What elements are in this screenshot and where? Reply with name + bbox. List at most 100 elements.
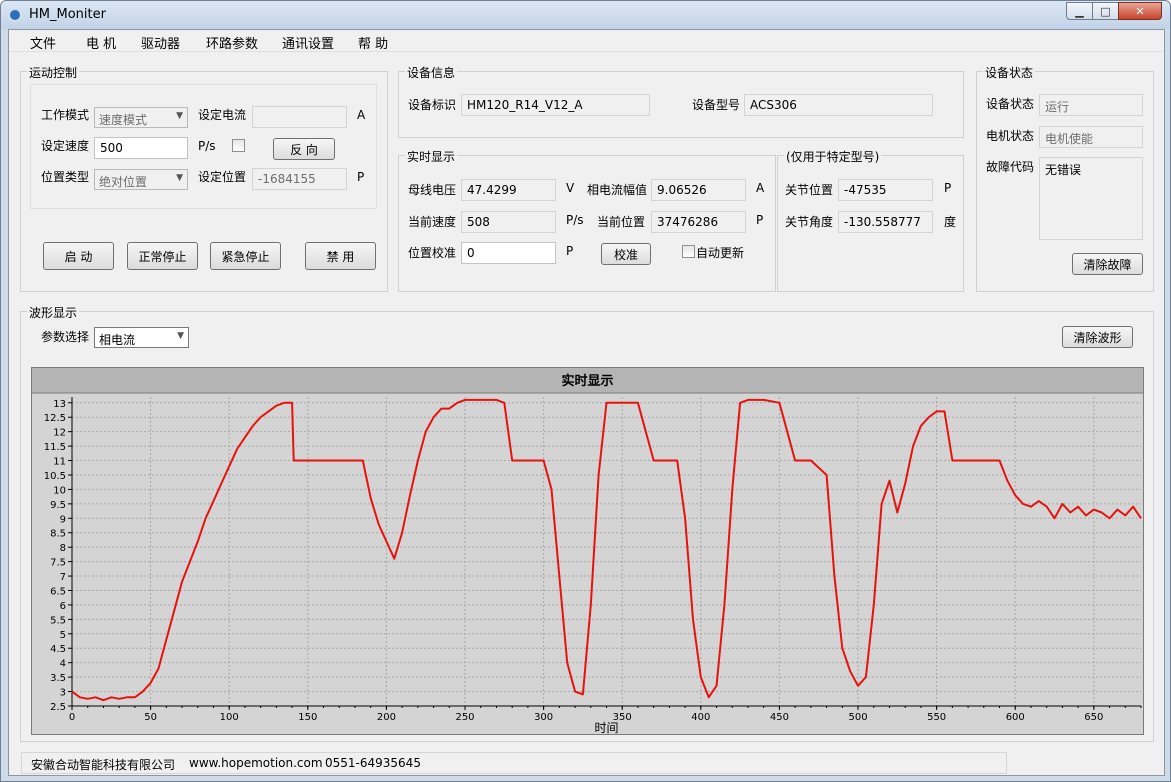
joint-angle-unit: 度 [944,215,957,229]
app-window: HM_Moniter ▁ □ ✕ 文件 电 机 驱动器 环路参数 通讯设置 帮 … [0,0,1171,782]
work-mode-select[interactable]: 速度模式 ▼ [94,107,188,128]
y-tick-label: 13 [53,399,66,410]
menu-comm-settings[interactable]: 通讯设置 [282,33,334,52]
y-tick-label: 2.5 [50,702,66,713]
bus-voltage-field[interactable]: 47.4299 [461,179,556,201]
y-tick-label: 6.5 [50,586,66,597]
calibrate-button[interactable]: 校准 [601,243,651,265]
menu-file[interactable]: 文件 [30,33,56,52]
set-current-field[interactable] [252,106,347,128]
position-calib-label: 位置校准 [408,246,457,260]
device-id-field[interactable]: HM120_R14_V12_A [461,94,650,116]
joint-position-field[interactable]: -47535 [838,179,933,201]
chevron-down-icon: ▼ [176,111,183,121]
chart-background [32,368,1143,734]
app-icon [8,8,22,22]
minimize-button[interactable]: ▁ [1066,2,1093,20]
y-tick-label: 3.5 [50,673,66,684]
position-type-value: 绝对位置 [99,175,148,189]
y-tick-label: 9 [60,514,66,525]
x-tick-label: 300 [534,712,553,723]
normal-stop-button[interactable]: 正常停止 [127,242,198,270]
joint-position-unit: P [944,181,952,195]
joint-position-label: 关节位置 [785,183,834,197]
reverse-checkbox[interactable] [232,139,245,152]
x-tick-label: 250 [455,712,474,723]
realtime-group: 实时显示 母线电压 47.4299 V 相电流幅值 9.06526 A 当前速度… [398,148,776,292]
set-current-unit: A [357,108,366,122]
position-calib-unit: P [566,244,574,258]
device-info-group: 设备信息 设备标识 HM120_R14_V12_A 设备型号 ACS306 [398,64,964,138]
phone: 0551-64935645 [325,756,421,770]
position-unit: P [756,213,764,227]
set-current-label: 设定电流 [198,108,247,122]
x-tick-label: 400 [691,712,710,723]
position-calib-input[interactable]: 0 [461,242,556,264]
title-bar[interactable]: HM_Moniter ▁ □ ✕ [1,1,1170,29]
y-tick-label: 9.5 [50,500,66,511]
x-axis-label: 时间 [594,721,618,734]
speed-field[interactable]: 508 [461,211,556,233]
set-position-field[interactable]: -1684155 [252,168,347,190]
x-tick-label: 450 [770,712,789,723]
phase-current-label: 相电流幅值 [587,183,648,197]
position-field[interactable]: 37476286 [651,211,746,233]
status-label: 设备状态 [986,97,1035,111]
website: www.hopemotion.com [189,756,323,770]
y-tick-label: 10 [53,485,66,496]
fault-code-field[interactable]: 无错误 [1039,157,1143,240]
realtime-chart[interactable]: 实时显示 2.5 3 3.5 4 4.5 5 5.5 6 6.5 7 7.5 8 8.5 9 9.5 10 10.… [31,367,1144,735]
close-icon: ✕ [1135,4,1145,18]
maximize-button[interactable]: □ [1092,2,1119,20]
status-bar: 安徽合动智能科技有限公司 www.hopemotion.com 0551-649… [21,752,1007,774]
close-button[interactable]: ✕ [1118,2,1162,20]
auto-update-label: 自动更新 [696,246,745,260]
reverse-button[interactable]: 反 向 [273,138,335,160]
phase-current-field[interactable]: 9.06526 [651,179,746,201]
status-field[interactable]: 运行 [1039,94,1143,116]
fault-code-label: 故障代码 [986,160,1035,174]
param-select-label: 参数选择 [41,330,90,344]
motor-status-field[interactable]: 电机使能 [1039,126,1143,148]
set-position-unit: P [357,170,365,184]
set-speed-input[interactable]: 500 [94,137,188,159]
x-tick-label: 200 [377,712,396,723]
set-position-label: 设定位置 [198,170,247,184]
bus-voltage-label: 母线电压 [408,183,457,197]
y-tick-label: 8 [60,543,66,554]
clear-fault-button[interactable]: 清除故障 [1072,253,1143,275]
waveform-title: 波形显示 [27,304,80,321]
chart-title: 实时显示 [561,373,613,389]
x-tick-label: 600 [1006,712,1025,723]
menu-help[interactable]: 帮 助 [358,33,388,52]
x-tick-label: 50 [144,712,157,723]
special-model-title: (仅用于特定型号) [784,148,882,165]
position-type-select[interactable]: 绝对位置 ▼ [94,169,188,190]
window-title: HM_Moniter [29,7,106,22]
disable-button[interactable]: 禁 用 [305,242,376,270]
special-model-group: (仅用于特定型号) 关节位置 -47535 P 关节角度 -130.558777… [777,148,964,292]
emergency-stop-button[interactable]: 紧急停止 [210,242,281,270]
y-tick-label: 4 [60,659,66,670]
work-mode-label: 工作模式 [41,108,90,122]
clear-waveform-button[interactable]: 清除波形 [1062,326,1133,348]
x-tick-label: 100 [220,712,239,723]
menu-motor[interactable]: 电 机 [86,33,116,52]
position-label: 当前位置 [597,215,646,229]
menu-loop-params[interactable]: 环路参数 [206,33,258,52]
menu-driver[interactable]: 驱动器 [141,33,180,52]
joint-angle-label: 关节角度 [785,215,834,229]
param-select[interactable]: 相电流 ▼ [94,327,189,348]
joint-angle-field[interactable]: -130.558777 [838,211,933,233]
device-model-field[interactable]: ACS306 [744,94,933,116]
y-tick-label: 3 [60,688,66,699]
auto-update-checkbox[interactable] [682,245,695,258]
start-button[interactable]: 启 动 [43,242,114,270]
y-tick-label: 7.5 [50,558,66,569]
menu-bar: 文件 电 机 驱动器 环路参数 通讯设置 帮 助 [9,30,1164,52]
y-tick-label: 8.5 [50,529,66,540]
device-status-group: 设备状态 设备状态 运行 电机状态 电机使能 故障代码 无错误 清除故障 [976,64,1154,292]
y-tick-label: 6 [60,601,66,612]
x-tick-label: 150 [298,712,317,723]
x-tick-label: 500 [848,712,867,723]
